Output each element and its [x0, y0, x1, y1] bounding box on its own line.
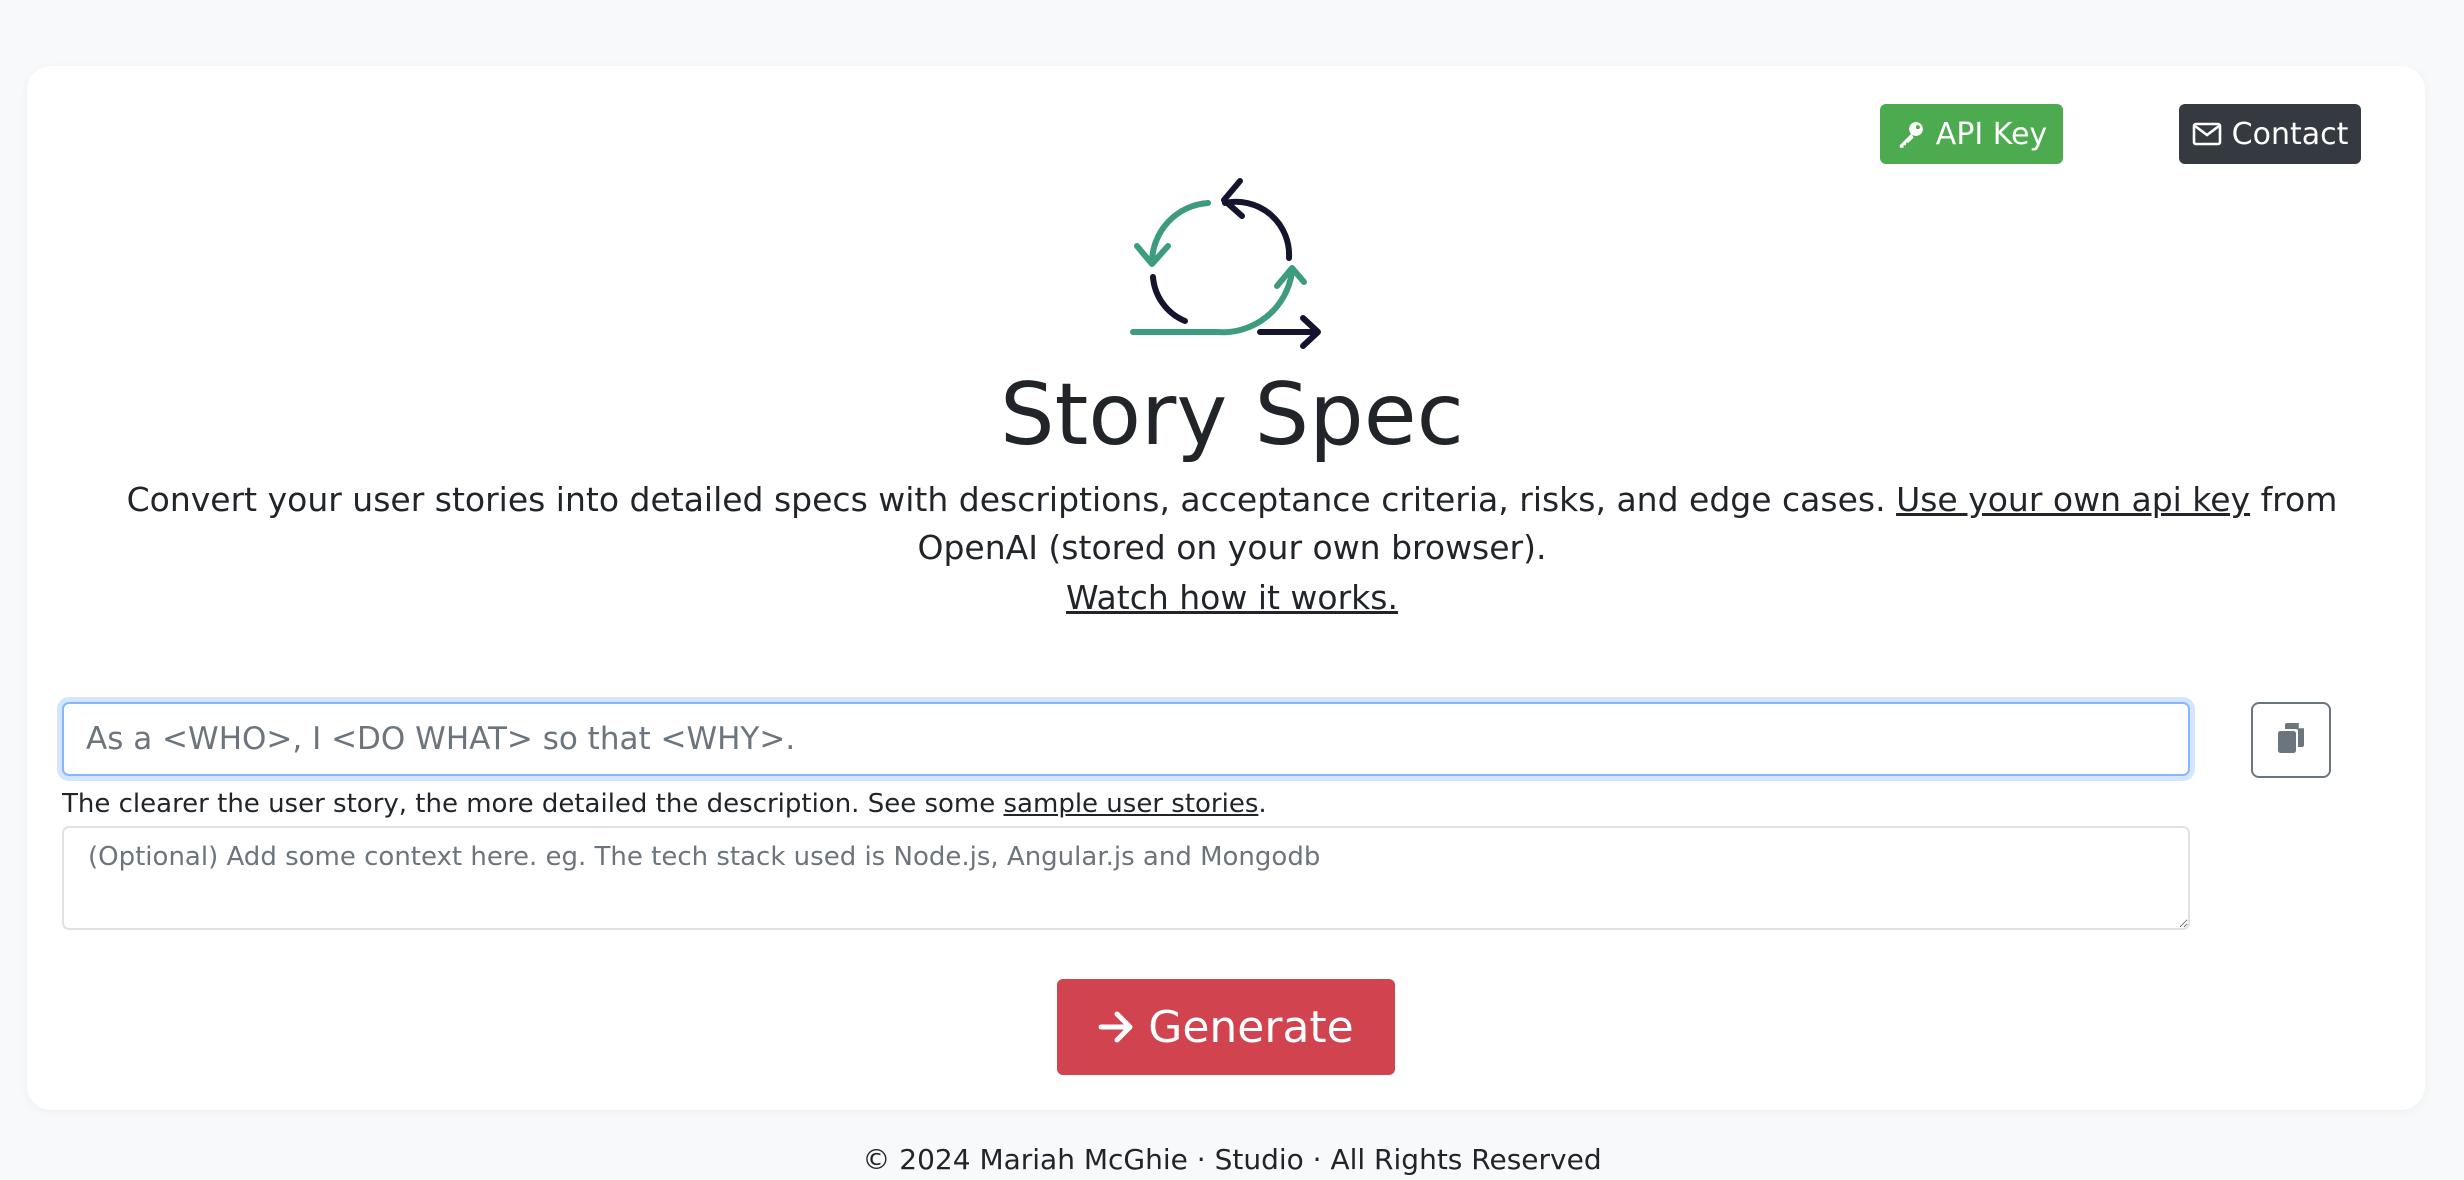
hint-text: The clearer the user story, the more det…: [62, 789, 1004, 819]
copy-button[interactable]: [2251, 702, 2331, 778]
api-key-label: API Key: [1935, 116, 2048, 152]
api-key-link[interactable]: Use your own api key: [1896, 480, 2250, 519]
clipboard-icon: [2276, 721, 2306, 759]
sample-user-stories-link[interactable]: sample user stories: [1004, 789, 1259, 819]
hint-suffix: .: [1258, 789, 1267, 819]
generate-button[interactable]: Generate: [1057, 979, 1395, 1075]
description-text: Convert your user stories into detailed …: [126, 480, 1897, 519]
generate-label: Generate: [1148, 1001, 1354, 1053]
user-story-hint: The clearer the user story, the more det…: [62, 786, 2190, 822]
story-spec-logo: [1127, 160, 1327, 360]
contact-button[interactable]: Contact: [2179, 104, 2361, 164]
page-title: Story Spec: [1000, 365, 1464, 465]
arrow-right-icon: [1098, 1010, 1134, 1044]
footer: © 2024 Mariah McGhie · Studio · All Righ…: [862, 1143, 1602, 1176]
watch-row: Watch how it works.: [0, 574, 2464, 622]
watch-how-it-works-link[interactable]: Watch how it works.: [1066, 578, 1398, 617]
api-key-button[interactable]: API Key: [1880, 104, 2063, 164]
user-story-input[interactable]: [62, 702, 2190, 776]
key-icon: [1896, 119, 1926, 149]
contact-label: Contact: [2231, 116, 2349, 152]
page-description: Convert your user stories into detailed …: [70, 476, 2394, 572]
envelope-icon: [2192, 122, 2222, 146]
context-textarea[interactable]: [62, 826, 2190, 930]
